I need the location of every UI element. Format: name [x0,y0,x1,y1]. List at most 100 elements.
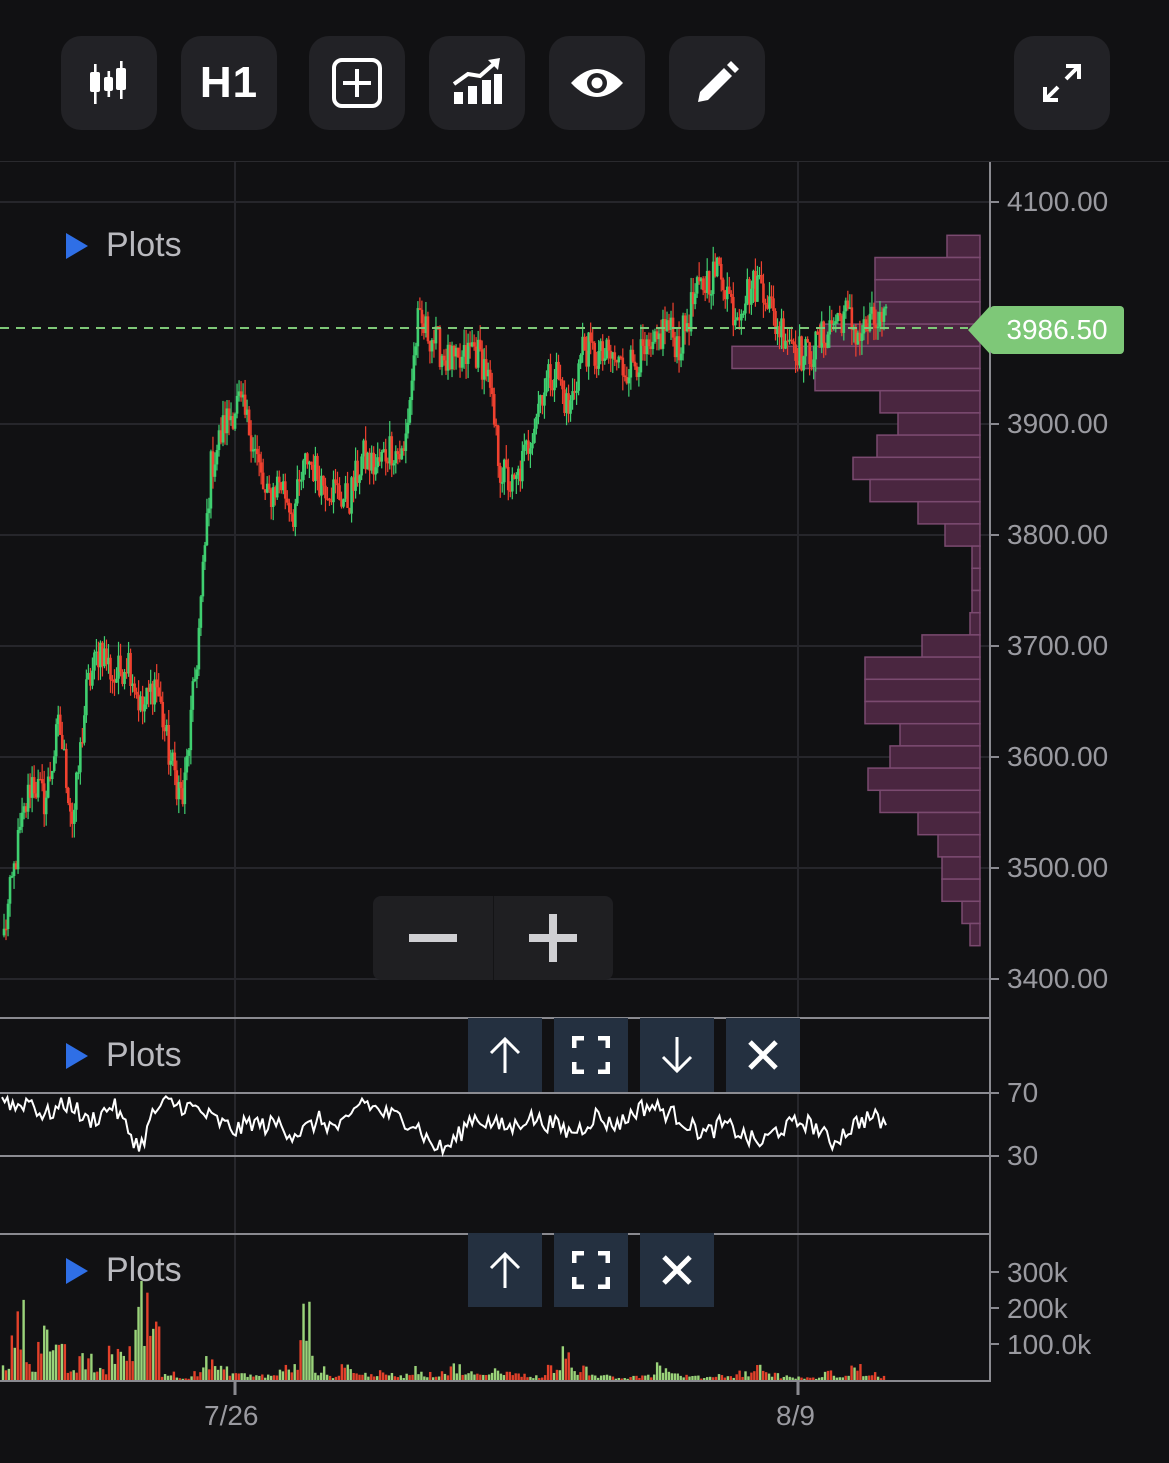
candle-body [460,356,464,368]
volume-bar [178,1378,181,1380]
volume-bar [104,1374,108,1380]
volume-bar [511,1375,514,1380]
close-pane-button[interactable] [726,1018,800,1092]
candle-body [498,465,502,483]
candle-body [621,357,625,376]
volume-bar [160,1376,164,1380]
volume-bar [54,1344,58,1380]
volume-bar [461,1374,464,1380]
volume-bar [573,1371,576,1380]
volume-bar [57,1344,61,1380]
volume-tick-label: 200k [1007,1293,1068,1324]
volume-bar [726,1376,730,1380]
maximize-pane-button[interactable] [554,1233,628,1307]
volume-bar [626,1378,629,1380]
volume-bar [496,1370,500,1380]
candle-body [173,752,177,771]
volume-profile-bar [946,234,981,259]
volume-bar [37,1341,40,1380]
volume-bar [812,1377,815,1380]
collapse-triangle-icon[interactable] [66,232,88,259]
candle-body [575,390,578,393]
volume-bar [747,1376,750,1380]
candle-body [36,778,40,798]
volume-bar [390,1372,394,1380]
candle-body [287,502,291,513]
volume-bar [157,1326,161,1380]
volume-bar [670,1373,674,1380]
volume-bar [655,1362,659,1380]
candle-body [374,467,377,475]
volume-bar [588,1375,591,1380]
volume-bar [555,1369,559,1380]
move-pane-up-button[interactable] [468,1233,542,1307]
volume-bar [119,1351,123,1380]
collapse-triangle-icon[interactable] [66,1042,88,1069]
volume-profile-bar [971,567,981,592]
candle-body [183,772,187,805]
candle-body [255,448,259,455]
candle-body [832,323,836,326]
last-price-tag: 3986.50 [968,306,1124,354]
oscillator-line [1,1094,887,1158]
zoom-in-button[interactable] [492,896,614,980]
volume-profile-bar [864,678,981,703]
candle-body [54,724,58,757]
close-pane-button[interactable] [640,1233,714,1307]
volume-bar [187,1378,190,1380]
volume-bar [720,1375,724,1380]
candle-body [426,316,430,342]
candle-body [521,450,524,482]
volume-bar [470,1371,473,1380]
volume-bar [729,1376,732,1380]
candle-body [277,476,281,483]
volume-pane-legend[interactable]: Plots [66,1251,182,1290]
candle-body [533,428,536,443]
volume-bar [146,1292,149,1380]
volume-profile-bar [944,523,981,547]
volume-bar [703,1378,706,1380]
volume-bar [482,1374,485,1380]
volume-bar [803,1378,806,1380]
zoom-out-button[interactable] [373,896,493,980]
candle-body [58,714,62,735]
candle-body [300,480,303,482]
candle-body [10,876,14,878]
volume-bar [116,1348,120,1380]
volume-bar [838,1377,842,1380]
candle-body [623,375,627,377]
collapse-triangle-icon[interactable] [66,1257,88,1284]
volume-bar [25,1362,28,1380]
candle-body [338,485,341,500]
volume-bar [620,1378,623,1380]
maximize-pane-button[interactable] [554,1018,628,1092]
volume-bar [641,1375,644,1380]
candle-body [872,306,876,325]
volume-bar [243,1373,246,1380]
volume-bar [711,1377,715,1380]
candle-body [77,772,80,774]
main-pane-legend[interactable]: Plots [66,226,182,265]
candle-body [257,454,261,463]
volume-bar [1,1365,5,1380]
volume-bar [408,1375,411,1380]
volume-bar [862,1376,865,1380]
candle-body [707,270,711,295]
candle-body [199,596,203,628]
candle-body [651,341,655,350]
candle-body [597,350,600,369]
volume-bar [376,1376,379,1380]
candle-body [613,352,617,360]
candle-body [159,696,163,702]
move-pane-down-button[interactable] [640,1018,714,1092]
candle-body [537,403,540,417]
oscillator-pane-legend[interactable]: Plots [66,1036,182,1075]
volume-bar [750,1372,753,1380]
candle-body [770,296,773,299]
volume-bar [602,1375,606,1380]
volume-bar [782,1376,786,1380]
move-pane-up-button[interactable] [468,1018,542,1092]
volume-bar [697,1375,700,1380]
candle-body [792,341,795,345]
volume-bar [809,1377,812,1380]
